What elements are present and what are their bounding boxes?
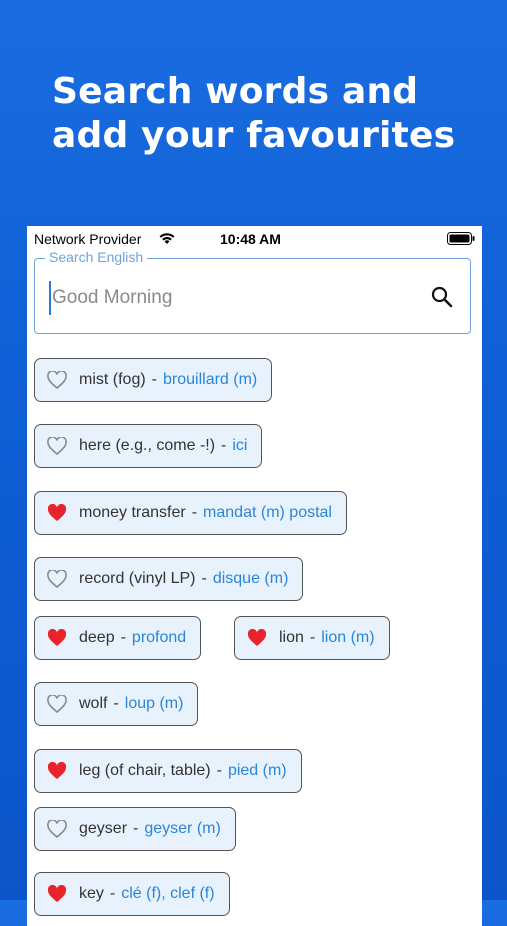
word-chip[interactable]: here (e.g., come -!) - ici <box>34 424 263 468</box>
word-separator: - <box>109 885 116 902</box>
heart-outline-icon[interactable] <box>47 820 67 838</box>
heart-filled-icon[interactable] <box>47 762 67 780</box>
heart-filled-icon[interactable] <box>47 885 67 903</box>
word-chip[interactable]: lion - lion (m) <box>234 616 390 660</box>
headline: Search words and add your favourites <box>52 71 456 156</box>
word-separator: - <box>113 695 119 712</box>
translation-text: disque (m) <box>212 570 289 587</box>
word-text: leg (of chair, table) <box>79 762 211 779</box>
translation-text: profond <box>131 629 187 646</box>
phone-screen: Network Provider 10:48 AM Search English <box>27 226 482 926</box>
search-icon[interactable] <box>430 285 454 309</box>
word-text: record (vinyl LP) <box>79 570 196 587</box>
word-chip[interactable]: geyser - geyser (m) <box>34 807 236 851</box>
translation-text: geyser (m) <box>144 820 221 837</box>
translation-text: loup (m) <box>124 695 184 712</box>
word-separator: - <box>133 820 139 837</box>
word-separator: - <box>151 371 157 388</box>
word-separator: - <box>309 629 316 646</box>
carrier-name: Network Provider <box>34 231 142 247</box>
translation-text: clé (f), clef (f) <box>121 885 215 902</box>
heart-filled-icon[interactable] <box>247 629 267 647</box>
word-separator: - <box>120 629 126 646</box>
translation-text: ici <box>232 437 248 454</box>
word-chip[interactable]: leg (of chair, table) - pied (m) <box>34 749 302 793</box>
word-text: mist (fog) <box>79 371 146 388</box>
word-separator: - <box>221 437 227 454</box>
status-time: 10:48 AM <box>220 231 281 247</box>
heart-filled-icon[interactable] <box>47 504 67 522</box>
heart-filled-icon[interactable] <box>47 629 67 647</box>
word-chip[interactable]: mist (fog) - brouillard (m) <box>34 358 273 402</box>
word-text: money transfer <box>79 504 186 521</box>
heart-outline-icon[interactable] <box>47 437 67 455</box>
word-chip[interactable]: wolf - loup (m) <box>34 682 199 726</box>
word-text: lion <box>279 629 304 646</box>
heart-outline-icon[interactable] <box>47 570 67 588</box>
translation-text: lion (m) <box>321 629 375 646</box>
word-chip[interactable]: record (vinyl LP) - disque (m) <box>34 557 304 601</box>
search-input[interactable] <box>49 281 414 315</box>
word-text: key <box>79 885 104 902</box>
translation-text: mandat (m) postal <box>203 504 332 521</box>
word-text: here (e.g., come -!) <box>79 437 216 454</box>
translation-text: brouillard (m) <box>163 371 258 388</box>
word-text: geyser <box>79 820 128 837</box>
word-text: deep <box>79 629 115 646</box>
heart-outline-icon[interactable] <box>47 371 67 389</box>
word-text: wolf <box>79 695 108 712</box>
translation-text: pied (m) <box>227 762 287 779</box>
word-chip[interactable]: key - clé (f), clef (f) <box>34 872 230 916</box>
battery-icon <box>447 232 475 248</box>
wifi-icon <box>158 231 176 248</box>
word-separator: - <box>191 504 198 521</box>
word-separator: - <box>201 570 207 587</box>
heart-outline-icon[interactable] <box>47 695 67 713</box>
search-box: Search English <box>34 249 471 334</box>
word-chip[interactable]: money transfer - mandat (m) postal <box>34 491 347 535</box>
status-bar: Network Provider 10:48 AM <box>27 226 482 250</box>
search-legend: Search English <box>45 249 148 265</box>
word-chip[interactable]: deep - profond <box>34 616 202 660</box>
word-separator: - <box>216 762 222 779</box>
